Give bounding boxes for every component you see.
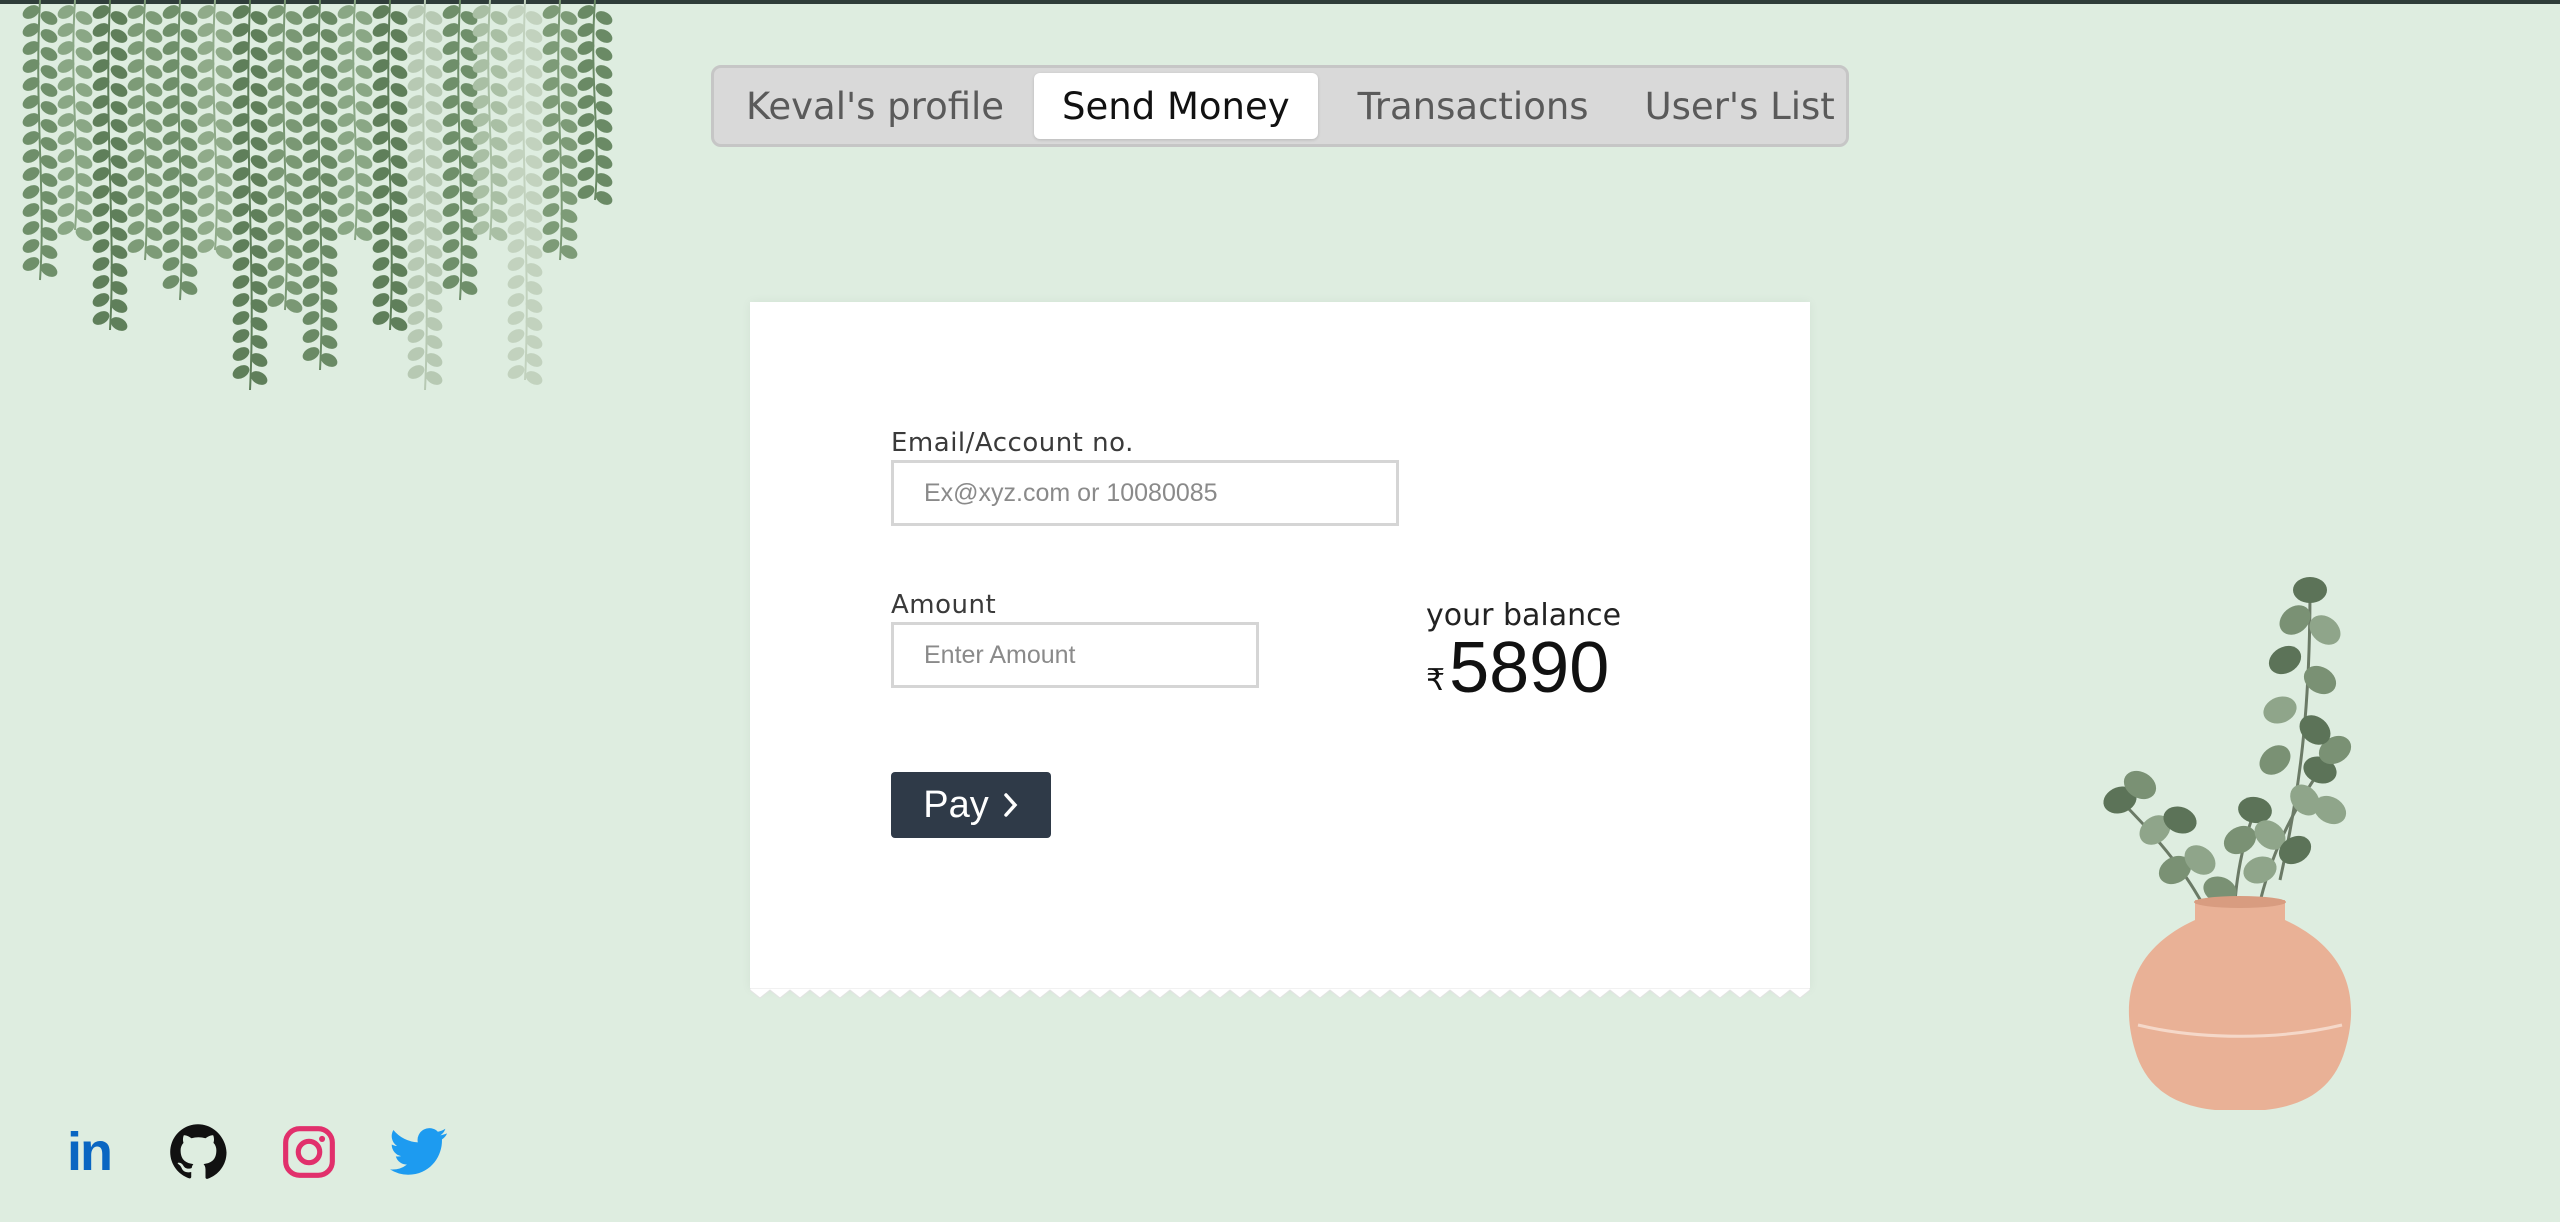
pay-button[interactable]: Pay <box>891 772 1051 838</box>
zigzag-edge <box>750 988 1810 999</box>
tab-profile[interactable]: Keval's profile <box>720 73 1030 139</box>
email-label: Email/Account no. <box>891 428 1134 458</box>
main-nav: Keval's profile Send Money Transactions … <box>711 65 1849 147</box>
linkedin-label: in <box>67 1122 113 1182</box>
tab-users-list[interactable]: User's List <box>1617 73 1863 139</box>
twitter-icon[interactable] <box>390 1122 448 1182</box>
email-field[interactable] <box>891 460 1399 526</box>
chevron-right-icon <box>1003 793 1018 817</box>
potted-plant-illustration <box>2103 577 2352 1110</box>
amount-field[interactable] <box>891 622 1259 688</box>
currency-symbol: ₹ <box>1426 663 1446 698</box>
balance-display: ₹ 5890 <box>1426 632 1609 704</box>
linkedin-icon[interactable]: in <box>60 1122 118 1182</box>
github-icon[interactable] <box>169 1122 227 1182</box>
tab-send-money[interactable]: Send Money <box>1034 73 1318 139</box>
balance-amount: 5890 <box>1449 628 1610 708</box>
amount-label: Amount <box>891 590 997 620</box>
pay-label: Pay <box>923 783 989 826</box>
hanging-plant-illustration <box>22 0 613 391</box>
send-money-card: Email/Account no. Amount Pay your balanc… <box>750 302 1810 999</box>
tab-transactions[interactable]: Transactions <box>1330 73 1617 139</box>
instagram-icon[interactable] <box>280 1122 338 1182</box>
